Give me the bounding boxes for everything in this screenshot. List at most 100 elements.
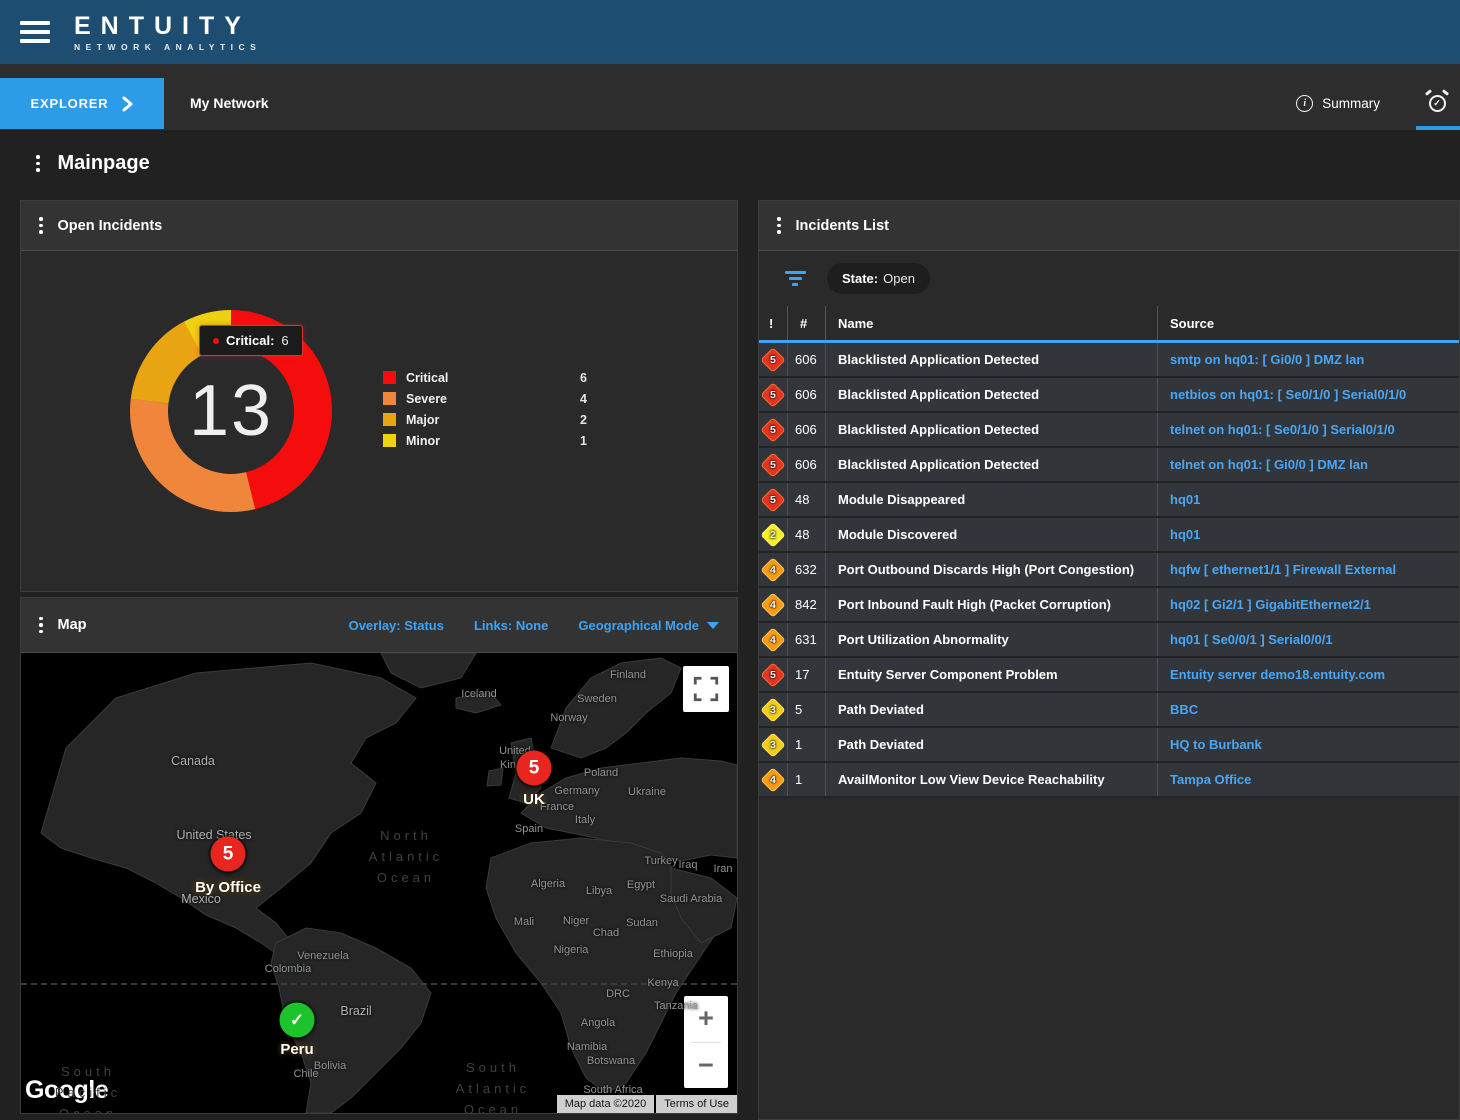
app-window: ENTUITY NETWORK ANALYTICS EXPLORER My Ne… <box>0 0 1460 1120</box>
column-severity[interactable]: ! <box>759 306 787 340</box>
tooltip-severity-dot <box>213 338 219 344</box>
incident-row[interactable]: 5606Blacklisted Application Detectedteln… <box>759 413 1459 448</box>
incident-row[interactable]: 5606Blacklisted Application Detectedsmtp… <box>759 343 1459 378</box>
map-country-label: Kenya <box>647 977 678 989</box>
map-panel-title: Map <box>58 617 87 633</box>
incident-name-cell: Port Utilization Abnormality <box>825 623 1157 656</box>
map-fullscreen-button[interactable] <box>683 666 729 712</box>
incident-name-cell: Path Deviated <box>825 728 1157 761</box>
page-menu-kebab-icon[interactable] <box>36 155 40 172</box>
incident-source-link[interactable]: Tampa Office <box>1157 763 1459 796</box>
incident-source-link[interactable]: telnet on hq01: [ Gi0/0 ] DMZ lan <box>1157 448 1459 481</box>
map-country-label: Nigeria <box>554 944 589 956</box>
explorer-button[interactable]: EXPLORER <box>0 78 164 129</box>
severity-diamond-icon: 5 <box>760 347 785 372</box>
map-country-label: United States <box>176 828 251 842</box>
incident-row[interactable]: 35Path DeviatedBBC <box>759 693 1459 728</box>
incident-source-link[interactable]: hq02 [ Gi2/1 ] GigabitEthernet2/1 <box>1157 588 1459 621</box>
incident-name-cell: Path Deviated <box>825 693 1157 726</box>
events-tab[interactable]: ✓ <box>1414 78 1460 129</box>
incident-source-link[interactable]: hq01 <box>1157 483 1459 516</box>
column-count[interactable]: # <box>787 306 825 340</box>
incident-source-link[interactable]: HQ to Burbank <box>1157 728 1459 761</box>
incident-source-link[interactable]: smtp on hq01: [ Gi0/0 ] DMZ lan <box>1157 343 1459 376</box>
severity-diamond-icon: 5 <box>760 487 785 512</box>
map-canvas[interactable]: + − Google Map data ©2020 Terms of Use C… <box>21 653 737 1113</box>
incident-row[interactable]: 4632Port Outbound Discards High (Port Co… <box>759 553 1459 588</box>
incidents-filter-row: State: Open <box>759 251 1459 306</box>
geographical-mode-dropdown[interactable]: Geographical Mode <box>578 618 719 633</box>
incident-source-link[interactable]: netbios on hq01: [ Se0/1/0 ] Serial0/1/0 <box>1157 378 1459 411</box>
brand-title: ENTUITY <box>74 13 261 39</box>
severity-diamond-icon: 2 <box>760 522 785 547</box>
map-attribution: Map data ©2020 Terms of Use <box>557 1095 737 1113</box>
overlay-link[interactable]: Overlay: Status <box>349 618 444 633</box>
map-ocean-label: NorthAtlanticOcean <box>369 825 444 888</box>
incident-source-link[interactable]: hq01 [ Se0/0/1 ] Serial0/0/1 <box>1157 623 1459 656</box>
state-filter-pill[interactable]: State: Open <box>827 263 930 294</box>
incident-row[interactable]: 248Module Discoveredhq01 <box>759 518 1459 553</box>
panel-menu-kebab-icon[interactable] <box>39 217 43 234</box>
incident-row[interactable]: 5606Blacklisted Application Detectednetb… <box>759 378 1459 413</box>
chevron-right-icon <box>122 96 133 112</box>
incidents-table-header: ! # Name Source <box>759 306 1459 343</box>
column-source[interactable]: Source <box>1157 306 1459 340</box>
map-country-label: Libya <box>586 885 612 897</box>
panel-menu-kebab-icon[interactable] <box>777 217 781 234</box>
map-country-label: Mali <box>514 916 534 928</box>
incident-row[interactable]: 31Path DeviatedHQ to Burbank <box>759 728 1459 763</box>
fullscreen-icon <box>693 676 719 702</box>
severity-diamond-icon: 3 <box>760 732 785 757</box>
incident-id-cell: 1 <box>787 728 825 761</box>
severity-diamond-icon: 4 <box>760 592 785 617</box>
incident-id-cell: 48 <box>787 518 825 551</box>
legend-label: Minor <box>406 434 440 448</box>
map-country-label: Canada <box>171 754 215 768</box>
map-country-label: Chad <box>593 927 619 939</box>
tab-my-network[interactable]: My Network <box>176 78 283 129</box>
incident-source-link[interactable]: hqfw [ ethernet1/1 ] Firewall External <box>1157 553 1459 586</box>
incident-row[interactable]: 4842Port Inbound Fault High (Packet Corr… <box>759 588 1459 623</box>
severity-diamond-icon: 5 <box>760 382 785 407</box>
map-country-label: Ethiopia <box>653 948 693 960</box>
map-country-label: Botswana <box>587 1055 635 1067</box>
severity-diamond-icon: 4 <box>760 627 785 652</box>
map-ocean-label: SouthPacificOcean <box>55 1061 121 1113</box>
incident-id-cell: 632 <box>787 553 825 586</box>
map-marker-by-office[interactable]: 5 <box>211 837 246 872</box>
incident-row[interactable]: 41AvailMonitor Low View Device Reachabil… <box>759 763 1459 798</box>
incident-source-link[interactable]: Entuity server demo18.entuity.com <box>1157 658 1459 691</box>
severity-cell: 3 <box>759 728 787 761</box>
severity-diamond-icon: 3 <box>760 697 785 722</box>
incident-row[interactable]: 548Module Disappearedhq01 <box>759 483 1459 518</box>
incident-row[interactable]: 5606Blacklisted Application Detectedteln… <box>759 448 1459 483</box>
map-marker-peru[interactable]: ✓ <box>280 1003 315 1038</box>
summary-label: Summary <box>1322 96 1380 111</box>
incident-row[interactable]: 517Entuity Server Component ProblemEntui… <box>759 658 1459 693</box>
map-country-label: Niger <box>563 915 589 927</box>
filter-icon[interactable] <box>783 271 807 286</box>
incidents-list-title: Incidents List <box>796 218 889 234</box>
map-country-label: Iceland <box>461 688 496 700</box>
map-country-label: Poland <box>584 767 618 779</box>
legend-label: Critical <box>406 371 448 385</box>
incidents-list-header: Incidents List <box>759 201 1459 251</box>
severity-cell: 4 <box>759 763 787 796</box>
column-name[interactable]: Name <box>825 306 1157 340</box>
incident-row[interactable]: 4631Port Utilization Abnormalityhq01 [ S… <box>759 623 1459 658</box>
panel-menu-kebab-icon[interactable] <box>39 617 43 634</box>
map-country-label: Venezuela <box>297 950 348 962</box>
incident-source-link[interactable]: BBC <box>1157 693 1459 726</box>
severity-cell: 5 <box>759 658 787 691</box>
incident-source-link[interactable]: telnet on hq01: [ Se0/1/0 ] Serial0/1/0 <box>1157 413 1459 446</box>
map-country-label: Italy <box>575 814 595 826</box>
incident-source-link[interactable]: hq01 <box>1157 518 1459 551</box>
terms-of-use-link[interactable]: Terms of Use <box>656 1095 737 1113</box>
links-link[interactable]: Links: None <box>474 618 548 633</box>
summary-tab[interactable]: i Summary <box>1296 95 1380 112</box>
hamburger-menu-icon[interactable] <box>20 21 50 43</box>
map-marker-uk[interactable]: 5 <box>517 751 552 786</box>
donut-tooltip: Critical: 6 <box>199 325 303 356</box>
zoom-out-button[interactable]: − <box>684 1043 728 1089</box>
legend-value: 2 <box>580 413 587 427</box>
